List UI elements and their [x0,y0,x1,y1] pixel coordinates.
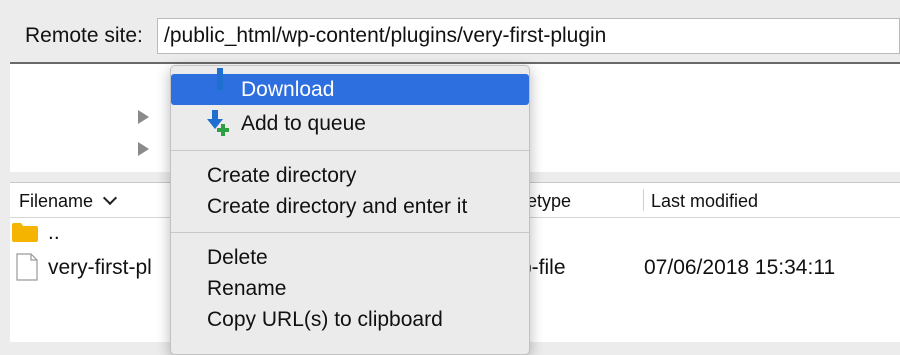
menu-item-download[interactable]: Download [171,68,529,105]
file-row-last-modified: 07/06/2018 15:34:11 [644,256,836,279]
menu-item-add-to-queue[interactable]: Add to queue [171,108,529,139]
tree-expand-arrow-icon[interactable] [138,110,149,124]
tree-expand-arrow-icon[interactable] [138,142,149,156]
sort-chevron-down-icon [102,190,118,206]
menu-item-create-directory[interactable]: Create directory [171,160,529,191]
remote-site-bar: Remote site: /public_html/wp-content/plu… [0,0,900,60]
column-header-last-modified[interactable]: Last modified [651,191,758,212]
add-to-queue-icon [207,110,229,136]
menu-item-rename[interactable]: Rename [171,273,529,304]
menu-item-delete[interactable]: Delete [171,242,529,273]
column-header-filename[interactable]: Filename [19,190,118,212]
file-row-name[interactable]: very-first-pl [48,256,152,280]
folder-icon [12,223,38,242]
menu-item-create-directory-and-enter[interactable]: Create directory and enter it [171,191,529,222]
file-row-name[interactable]: .. [48,221,60,245]
column-header-filetype[interactable]: letype [523,191,571,212]
menu-separator [171,232,529,233]
remote-site-path-input[interactable]: /public_html/wp-content/plugins/very-fir… [157,18,900,54]
remote-site-label: Remote site: [25,24,143,47]
menu-item-copy-url[interactable]: Copy URL(s) to clipboard [171,304,529,335]
context-menu: Download Add to queue Create directory C… [170,65,530,355]
file-icon [16,253,38,281]
column-divider[interactable] [643,189,644,211]
menu-separator [171,150,529,151]
download-icon [217,68,223,90]
